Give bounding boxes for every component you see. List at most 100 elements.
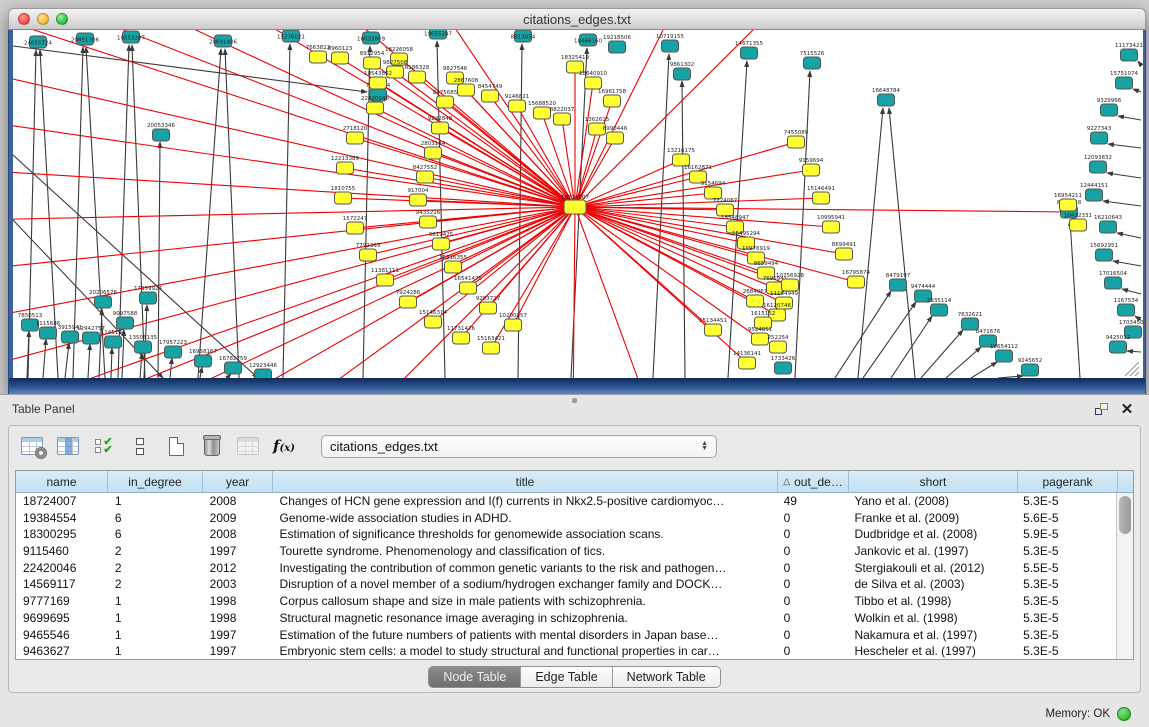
graph-node[interactable] xyxy=(1118,304,1135,316)
graph-node[interactable] xyxy=(782,279,799,291)
table-row[interactable]: 1872400712008Changes of HCN gene express… xyxy=(16,493,1116,510)
table-cell[interactable]: 5.3E-5 xyxy=(1016,593,1116,610)
table-cell[interactable]: 0 xyxy=(777,543,848,560)
delete-table-button[interactable] xyxy=(199,433,225,459)
graph-node[interactable] xyxy=(483,342,500,354)
graph-node[interactable] xyxy=(225,362,242,374)
graph-node[interactable] xyxy=(105,336,122,348)
table-cell[interactable]: 1 xyxy=(108,610,203,627)
column-header-title[interactable]: title xyxy=(273,471,778,492)
graph-node[interactable] xyxy=(62,331,79,343)
graph-node[interactable] xyxy=(195,355,212,367)
table-cell[interactable]: 9699695 xyxy=(16,610,108,627)
table-cell[interactable]: 1997 xyxy=(203,627,273,644)
table-cell[interactable]: 5.9E-5 xyxy=(1016,526,1116,543)
graph-node[interactable] xyxy=(752,333,769,345)
table-cell[interactable]: 2008 xyxy=(203,526,273,543)
table-cell[interactable]: 5.3E-5 xyxy=(1016,610,1116,627)
graph-node[interactable] xyxy=(996,350,1013,362)
graph-node[interactable] xyxy=(804,57,821,69)
graph-node[interactable] xyxy=(165,346,182,358)
table-cell[interactable]: 0 xyxy=(777,526,848,543)
graph-node[interactable] xyxy=(534,107,551,119)
graph-node[interactable] xyxy=(554,113,571,125)
table-row[interactable]: 969969511998Structural magnetic resonanc… xyxy=(16,610,1116,627)
column-header-out_de[interactable]: △out_de… xyxy=(778,471,849,492)
graph-node[interactable] xyxy=(370,77,387,89)
graph-node[interactable] xyxy=(417,171,434,183)
graph-node[interactable] xyxy=(674,68,691,80)
column-header-in_degree[interactable]: in_degree xyxy=(108,471,203,492)
graph-node[interactable] xyxy=(332,52,349,64)
table-cell[interactable]: Embryonic stem cells: a model to study s… xyxy=(273,643,777,659)
table-cell[interactable]: Stergiakouli et al. (2012) xyxy=(847,560,1016,577)
graph-node[interactable] xyxy=(741,47,758,59)
table-cell[interactable]: 9777169 xyxy=(16,593,108,610)
graph-node[interactable] xyxy=(823,221,840,233)
graph-node[interactable] xyxy=(585,77,602,89)
clear-selection-button[interactable] xyxy=(127,433,153,459)
graph-node[interactable] xyxy=(747,295,764,307)
table-cell[interactable]: Corpus callosum shape and size in male p… xyxy=(273,593,777,610)
table-row[interactable]: 1938455462009Genome-wide association stu… xyxy=(16,510,1116,527)
table-cell[interactable]: 1998 xyxy=(203,610,273,627)
tab-network-table[interactable]: Network Table xyxy=(613,667,720,687)
graph-node[interactable] xyxy=(347,222,364,234)
graph-node[interactable] xyxy=(836,248,853,260)
table-cell[interactable]: 5.3E-5 xyxy=(1016,643,1116,659)
table-cell[interactable]: Dudbridge et al. (2008) xyxy=(847,526,1016,543)
table-cell[interactable]: 1998 xyxy=(203,593,273,610)
table-cell[interactable]: 1997 xyxy=(203,543,273,560)
table-cell[interactable]: 2012 xyxy=(203,560,273,577)
graph-node[interactable] xyxy=(564,200,586,214)
table-cell[interactable]: Disruption of a novel member of a sodium… xyxy=(273,576,777,593)
table-row[interactable]: 1830029562008Estimation of significance … xyxy=(16,526,1116,543)
graph-node[interactable] xyxy=(1100,221,1117,233)
table-cell[interactable]: Tibbo et al. (1998) xyxy=(847,593,1016,610)
table-cell[interactable]: 2008 xyxy=(203,493,273,510)
show-columns-button[interactable] xyxy=(55,433,81,459)
graph-node[interactable] xyxy=(705,324,722,336)
table-cell[interactable]: 2 xyxy=(108,576,203,593)
table-cell[interactable]: 5.5E-5 xyxy=(1016,560,1116,577)
close-panel-button[interactable]: ✕ xyxy=(1117,400,1137,418)
graph-node[interactable] xyxy=(1086,189,1103,201)
graph-node[interactable] xyxy=(83,332,100,344)
graph-node[interactable] xyxy=(890,279,907,291)
tab-edge-table[interactable]: Edge Table xyxy=(521,667,612,687)
graph-node[interactable] xyxy=(460,282,477,294)
graph-node[interactable] xyxy=(770,341,787,353)
column-header-year[interactable]: year xyxy=(203,471,273,492)
table-cell[interactable]: 0 xyxy=(777,593,848,610)
table-cell[interactable]: 5.3E-5 xyxy=(1016,576,1116,593)
table-row[interactable]: 946362711997Embryonic stem cells: a mode… xyxy=(16,643,1116,659)
column-header-name[interactable]: name xyxy=(16,471,108,492)
graph-node[interactable] xyxy=(432,122,449,134)
table-cell[interactable]: 14569117 xyxy=(16,576,108,593)
citation-network-graph[interactable]: 2405572420891306105532872069140615276021… xyxy=(13,30,1143,378)
graph-node[interactable] xyxy=(662,40,679,52)
table-cell[interactable]: Estimation of significance thresholds fo… xyxy=(273,526,777,543)
table-cell[interactable]: 1 xyxy=(108,643,203,659)
function-builder-button[interactable]: f(x) xyxy=(271,433,297,459)
graph-node[interactable] xyxy=(1096,249,1113,261)
table-cell[interactable]: Genome-wide association studies in ADHD. xyxy=(273,510,777,527)
table-row[interactable]: 1456911722003Disruption of a novel membe… xyxy=(16,576,1116,593)
graph-node[interactable] xyxy=(788,136,805,148)
table-cell[interactable]: 0 xyxy=(777,560,848,577)
table-cell[interactable]: Yano et al. (2008) xyxy=(847,493,1016,510)
graph-node[interactable] xyxy=(1070,219,1087,231)
table-row[interactable]: 911546021997Tourette syndrome. Phenomeno… xyxy=(16,543,1116,560)
resize-grip[interactable] xyxy=(1125,362,1139,376)
graph-node[interactable] xyxy=(813,192,830,204)
table-cell[interactable]: Nakamura et al. (1997) xyxy=(847,627,1016,644)
column-header-short[interactable]: short xyxy=(849,471,1018,492)
graph-node[interactable] xyxy=(739,357,756,369)
graph-node[interactable] xyxy=(117,317,134,329)
graph-node[interactable] xyxy=(425,316,442,328)
tab-node-table[interactable]: Node Table xyxy=(429,667,521,687)
table-cell[interactable]: 9465546 xyxy=(16,627,108,644)
table-cell[interactable]: 22420046 xyxy=(16,560,108,577)
table-cell[interactable]: 6 xyxy=(108,526,203,543)
graph-node[interactable] xyxy=(367,102,384,114)
